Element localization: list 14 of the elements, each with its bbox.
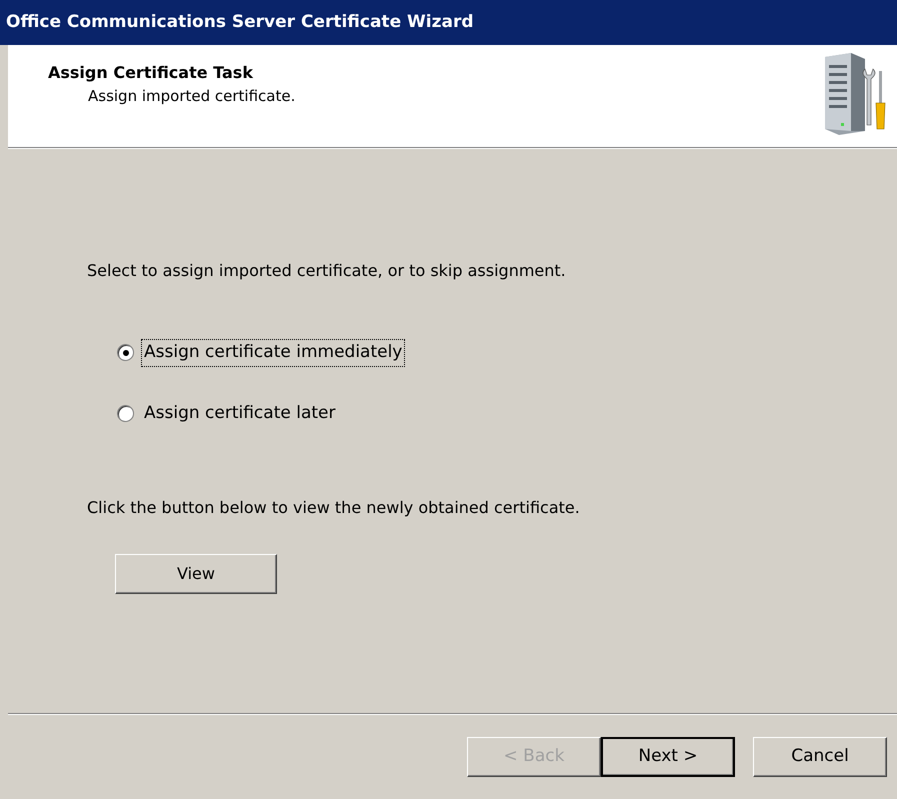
radio-button[interactable] [117,344,134,362]
header-subtitle: Assign imported certificate. [87,86,296,107]
wizard-button[interactable]: Cancel [753,737,887,777]
wizard-button[interactable]: Next > [601,737,735,777]
radio-button[interactable] [117,404,134,422]
window-title: Office Communications Server Certificate Wizard [6,10,474,34]
header-title: Assign Certificate Task [48,62,254,84]
radio-label: Assign certificate later [143,402,336,424]
instruction-text: Select to assign imported certificate, or to skip assignment. [87,260,567,282]
view-note: Click the button below to view the newly obtained certificate. [87,497,581,519]
radio-label: Assign certificate immediately [142,340,404,366]
view-button[interactable]: View [115,554,277,594]
radio-option[interactable]: Assign certificate immediately [117,340,897,366]
radio-option[interactable]: Assign certificate later [117,400,897,426]
